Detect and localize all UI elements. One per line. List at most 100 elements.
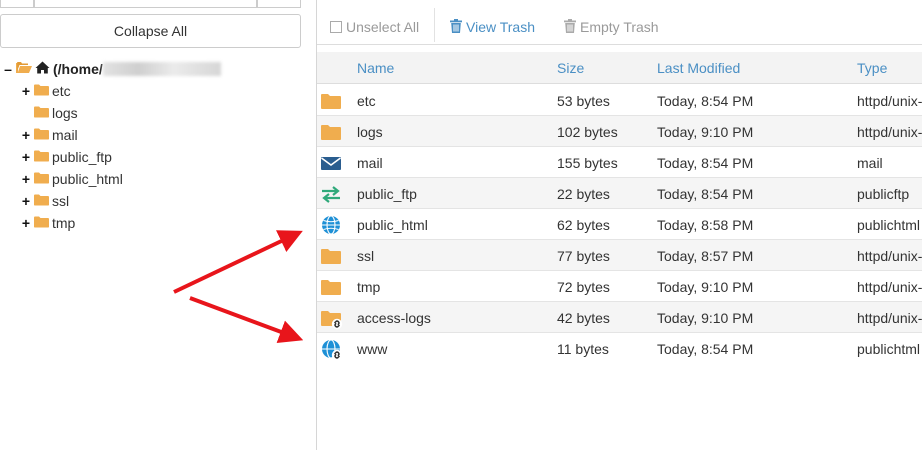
view-trash-button[interactable]: View Trash bbox=[450, 17, 535, 37]
file-size: 102 bytes bbox=[557, 124, 618, 140]
file-size: 22 bytes bbox=[557, 186, 610, 202]
file-name: public_html bbox=[357, 217, 428, 233]
file-size: 11 bytes bbox=[557, 341, 609, 357]
column-header-type[interactable]: Type bbox=[857, 60, 887, 76]
tree-item-label[interactable]: ssl bbox=[52, 193, 69, 209]
file-modified: Today, 9:10 PM bbox=[657, 310, 754, 326]
globe-icon bbox=[321, 215, 341, 235]
expand-toggle[interactable]: + bbox=[20, 128, 32, 142]
tree-item-public-html[interactable]: + public_html bbox=[20, 168, 123, 190]
empty-trash-label: Empty Trash bbox=[580, 19, 659, 35]
top-controls bbox=[0, 0, 301, 9]
top-control-left[interactable] bbox=[0, 0, 34, 8]
table-row[interactable]: public_html 62 bytes Today, 8:58 PM publ… bbox=[317, 209, 922, 240]
file-size: 72 bytes bbox=[557, 279, 610, 295]
collapse-toggle[interactable]: – bbox=[2, 62, 14, 76]
file-type: httpd/unix- bbox=[857, 124, 922, 140]
folder-icon bbox=[34, 83, 49, 99]
home-icon bbox=[35, 61, 50, 77]
folder-icon bbox=[34, 127, 49, 143]
open-folder-icon bbox=[16, 61, 32, 77]
column-header-size[interactable]: Size bbox=[557, 60, 584, 76]
top-control-right[interactable] bbox=[257, 0, 301, 8]
file-modified: Today, 8:54 PM bbox=[657, 186, 754, 202]
column-header-name[interactable]: Name bbox=[357, 60, 394, 76]
file-list-pane: Unselect All View Trash Empty Trash Name… bbox=[317, 0, 922, 450]
file-size: 77 bytes bbox=[557, 248, 610, 264]
unselect-all-label: Unselect All bbox=[346, 19, 420, 35]
toolbar: Unselect All View Trash Empty Trash bbox=[317, 0, 922, 45]
column-header-last-modified[interactable]: Last Modified bbox=[657, 60, 740, 76]
file-name: logs bbox=[357, 124, 383, 140]
tree-item-label[interactable]: tmp bbox=[52, 215, 75, 231]
empty-trash-button[interactable]: Empty Trash bbox=[564, 17, 659, 37]
folder-icon bbox=[34, 149, 49, 165]
tree-item-public-ftp[interactable]: + public_ftp bbox=[20, 146, 112, 168]
table-header: Name Size Last Modified Type bbox=[317, 52, 922, 84]
file-modified: Today, 8:54 PM bbox=[657, 93, 754, 109]
folder-icon bbox=[34, 171, 49, 187]
tree-item-tmp[interactable]: + tmp bbox=[20, 212, 75, 234]
tree-item-label[interactable]: public_ftp bbox=[52, 149, 112, 165]
table-row[interactable]: mail 155 bytes Today, 8:54 PM mail bbox=[317, 147, 922, 178]
trash-icon bbox=[564, 18, 576, 36]
file-name: tmp bbox=[357, 279, 381, 295]
file-modified: Today, 8:54 PM bbox=[657, 341, 754, 357]
tree-item-label[interactable]: public_html bbox=[52, 171, 123, 187]
globe-link-icon bbox=[321, 339, 343, 361]
expand-toggle[interactable]: + bbox=[20, 150, 32, 164]
top-control-input[interactable] bbox=[34, 0, 257, 8]
file-size: 42 bytes bbox=[557, 310, 610, 326]
expand-toggle[interactable]: + bbox=[20, 172, 32, 186]
file-type: mail bbox=[857, 155, 883, 171]
file-name: www bbox=[357, 341, 388, 357]
folder-link-icon bbox=[321, 308, 343, 330]
trash-icon bbox=[450, 18, 462, 36]
file-type: publicftp bbox=[857, 186, 910, 202]
expand-toggle[interactable]: + bbox=[20, 216, 32, 230]
tree-root-label[interactable]: (/home/ bbox=[53, 61, 103, 77]
folder-icon bbox=[321, 277, 341, 297]
file-size: 53 bytes bbox=[557, 93, 610, 109]
file-type: httpd/unix- bbox=[857, 93, 922, 109]
table-row[interactable]: etc 53 bytes Today, 8:54 PM httpd/unix- bbox=[317, 85, 922, 116]
folder-icon bbox=[34, 193, 49, 209]
table-row[interactable]: tmp 72 bytes Today, 9:10 PM httpd/unix- bbox=[317, 271, 922, 302]
table-row[interactable]: www 11 bytes Today, 8:54 PM publichtml bbox=[317, 333, 922, 364]
expand-toggle[interactable]: + bbox=[20, 84, 32, 98]
table-row[interactable]: public_ftp 22 bytes Today, 8:54 PM publi… bbox=[317, 178, 922, 209]
envelope-icon bbox=[321, 153, 341, 173]
file-modified: Today, 8:58 PM bbox=[657, 217, 754, 233]
folder-icon bbox=[34, 215, 49, 231]
table-row[interactable]: logs 102 bytes Today, 9:10 PM httpd/unix… bbox=[317, 116, 922, 147]
tree-item-label[interactable]: mail bbox=[52, 127, 78, 143]
tree-root[interactable]: – (/home/ bbox=[2, 58, 221, 80]
toolbar-separator bbox=[434, 8, 435, 42]
file-type: publichtml bbox=[857, 217, 921, 233]
table-row[interactable]: access-logs 42 bytes Today, 9:10 PM http… bbox=[317, 302, 922, 333]
folder-icon bbox=[321, 91, 341, 111]
folder-icon bbox=[321, 122, 341, 142]
collapse-all-button[interactable]: Collapse All bbox=[0, 14, 301, 48]
folder-icon bbox=[34, 105, 49, 121]
file-type: httpd/unix- bbox=[857, 279, 922, 295]
file-size: 155 bytes bbox=[557, 155, 618, 171]
expand-toggle[interactable]: + bbox=[20, 194, 32, 208]
file-modified: Today, 8:54 PM bbox=[657, 155, 754, 171]
file-modified: Today, 8:57 PM bbox=[657, 248, 754, 264]
file-name: mail bbox=[357, 155, 383, 171]
tree-item-mail[interactable]: + mail bbox=[20, 124, 78, 146]
file-name: ssl bbox=[357, 248, 375, 264]
file-type: publichtml bbox=[857, 341, 921, 357]
file-name: etc bbox=[357, 93, 376, 109]
tree-item-label[interactable]: etc bbox=[52, 83, 71, 99]
tree-item-label[interactable]: logs bbox=[52, 105, 78, 121]
tree-item-logs[interactable]: logs bbox=[20, 102, 78, 124]
table-row[interactable]: ssl 77 bytes Today, 8:57 PM httpd/unix- bbox=[317, 240, 922, 271]
file-name: public_ftp bbox=[357, 186, 417, 202]
tree-item-ssl[interactable]: + ssl bbox=[20, 190, 69, 212]
tree-item-etc[interactable]: + etc bbox=[20, 80, 71, 102]
transfer-arrows-icon bbox=[321, 184, 341, 204]
unselect-all-button[interactable]: Unselect All bbox=[330, 17, 419, 37]
redacted-username bbox=[102, 62, 221, 76]
